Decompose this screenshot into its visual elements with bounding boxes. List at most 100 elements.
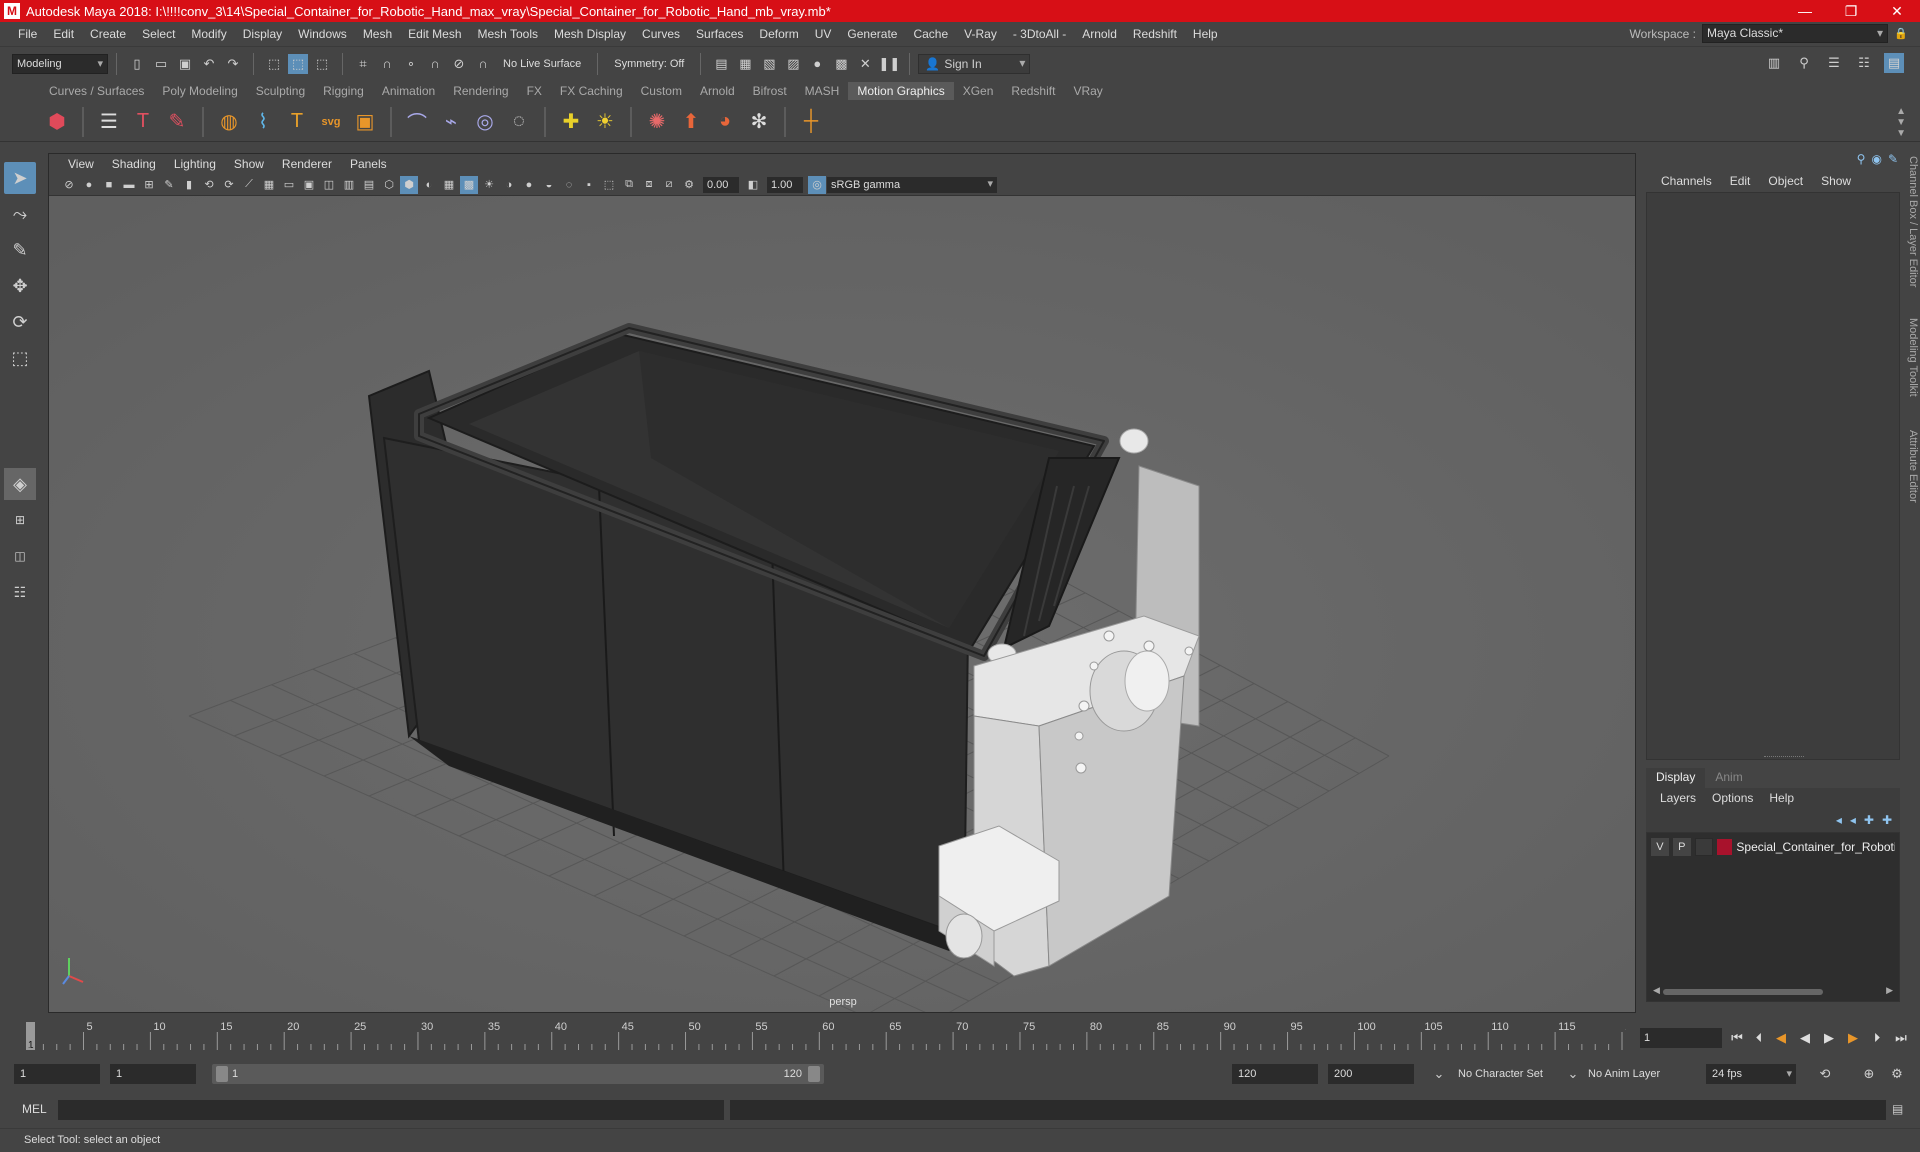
script-language-label[interactable]: MEL [22, 1102, 47, 1116]
four-view-layout-icon[interactable]: ⊞ [4, 504, 36, 536]
menu-vray[interactable]: V-Ray [956, 27, 1005, 41]
current-frame-field[interactable]: 1 [1640, 1028, 1722, 1048]
menu-deform[interactable]: Deform [751, 27, 806, 41]
layer-playback-toggle[interactable]: P [1672, 838, 1691, 856]
depth-of-field-icon[interactable]: ◌ [560, 176, 578, 194]
render-current-icon[interactable]: ▦ [735, 54, 755, 74]
xray-icon[interactable]: ⬚ [600, 176, 618, 194]
save-scene-icon[interactable]: ▣ [175, 54, 195, 74]
new-layer-icon[interactable]: ✚ [1864, 813, 1874, 827]
menu-set-dropdown[interactable]: Modeling [12, 53, 108, 74]
range-start-handle[interactable] [216, 1066, 228, 1082]
shelf-tab-arnold[interactable]: Arnold [691, 82, 744, 100]
minimize-button[interactable]: — [1782, 0, 1828, 22]
select-by-object-icon[interactable]: ⬚ [288, 53, 308, 74]
layer-horizontal-scrollbar[interactable]: ◀ ▶ [1653, 985, 1893, 997]
view-transform-dropdown[interactable]: sRGB gamma [827, 176, 997, 193]
safe-title-icon[interactable]: ▣ [300, 176, 318, 194]
pause-icon[interactable]: ❚❚ [878, 54, 900, 74]
persp-outliner-layout-icon[interactable]: ◫ [4, 540, 36, 572]
tool-settings-icon[interactable]: ✎ [1888, 152, 1898, 166]
menu-mesh-tools[interactable]: Mesh Tools [470, 27, 546, 41]
character-set-dropdown[interactable]: No Character Set [1458, 1064, 1543, 1084]
panel-splitter[interactable] [1764, 756, 1804, 759]
sweep-icon[interactable]: ⌁ [437, 108, 465, 136]
menu-select[interactable]: Select [134, 27, 183, 41]
fps-dropdown[interactable]: 24 fps [1706, 1064, 1796, 1084]
type-text-icon[interactable]: T [129, 108, 157, 136]
menu-file[interactable]: File [10, 27, 45, 41]
layer-menu-help[interactable]: Help [1761, 791, 1802, 805]
snap-point-icon[interactable]: ∘ [401, 54, 421, 74]
field-chart-icon[interactable]: ⟋ [240, 176, 258, 194]
menu-cache[interactable]: Cache [905, 27, 956, 41]
select-by-hierarchy-icon[interactable]: ⬚ [264, 54, 284, 74]
layer-name[interactable]: Special_Container_for_Robotic_Hand [1736, 840, 1895, 854]
list-icon[interactable]: ☰ [95, 108, 123, 136]
gamma-icon[interactable]: ◧ [744, 176, 762, 194]
shelf-tab-bifrost[interactable]: Bifrost [744, 82, 796, 100]
menu-surfaces[interactable]: Surfaces [688, 27, 751, 41]
vray-render-icon[interactable]: ▩ [831, 54, 851, 74]
channel-box-toggle-icon[interactable]: ⚲ [1857, 152, 1866, 166]
xray-components-icon[interactable]: ⧈ [640, 176, 658, 194]
locator-icon[interactable]: ✚ [557, 108, 585, 136]
ipr-render-icon[interactable]: ▧ [759, 54, 779, 74]
box-icon[interactable]: ▣ [351, 108, 379, 136]
attribute-editor-toggle-icon[interactable]: ☰ [1824, 53, 1844, 73]
step-forward-key-icon[interactable]: ⏵ [1866, 1028, 1888, 1048]
viewport-menu-lighting[interactable]: Lighting [165, 157, 225, 171]
bookmark-icon[interactable]: ■ [100, 176, 118, 194]
menu-mesh[interactable]: Mesh [355, 27, 400, 41]
move-tool-icon[interactable]: ✥ [4, 270, 36, 302]
step-forward-frame-icon[interactable]: ▶ [1842, 1028, 1864, 1048]
play-backwards-icon[interactable]: ◀ [1794, 1028, 1816, 1048]
ambient-occlusion-icon[interactable]: ◑ [500, 176, 518, 194]
default-material-icon[interactable]: ⬡ [380, 176, 398, 194]
open-scene-icon[interactable]: ▭ [151, 54, 171, 74]
side-tab-attribute-editor[interactable]: Attribute Editor [1907, 430, 1919, 503]
shelf-scroll-arrows-icon[interactable]: ▲ ▼ ▼ [1896, 106, 1906, 139]
film-gate-icon[interactable]: ▮ [180, 176, 198, 194]
viewport-scene[interactable]: persp [49, 196, 1635, 1012]
anim-layer-dropdown[interactable]: No Anim Layer [1588, 1064, 1660, 1084]
move-layer-up-icon[interactable]: ◂ [1836, 813, 1842, 827]
menu-redshift[interactable]: Redshift [1125, 27, 1185, 41]
scale-tool-icon[interactable]: ⬚ [4, 342, 36, 374]
vray-ipr-icon[interactable]: ✕ [855, 54, 875, 74]
viewport-menu-view[interactable]: View [59, 157, 103, 171]
type-icon[interactable]: T [283, 108, 311, 136]
go-to-start-icon[interactable]: ⏮ [1726, 1028, 1748, 1048]
new-layer-from-selected-icon[interactable]: ✚ [1882, 813, 1892, 827]
exposure-icon[interactable]: ⚙ [680, 176, 698, 194]
scroll-left-icon[interactable]: ◀ [1653, 985, 1660, 996]
snap-live-icon[interactable]: ∩ [473, 54, 493, 74]
step-back-key-icon[interactable]: ⏴ [1748, 1028, 1770, 1048]
play-forwards-icon[interactable]: ▶ [1818, 1028, 1840, 1048]
render-settings-icon[interactable]: ▨ [783, 54, 803, 74]
attribute-editor-icon[interactable]: ◉ [1871, 152, 1881, 166]
2d-pan-zoom-icon[interactable]: ⊞ [140, 176, 158, 194]
layer-display-type-toggle[interactable] [1694, 838, 1713, 856]
tool-settings-toggle-icon[interactable]: ☷ [1854, 53, 1874, 73]
layer-row[interactable]: V P Special_Container_for_Robotic_Hand [1651, 837, 1895, 857]
menu-arnold[interactable]: Arnold [1074, 27, 1125, 41]
outliner-icon[interactable]: ☷ [4, 576, 36, 608]
symmetry-dropdown[interactable]: Symmetry: Off [606, 58, 692, 70]
range-end-handle[interactable] [808, 1066, 820, 1082]
add-shelf-item-icon[interactable]: ┼ [797, 108, 825, 136]
resolution-gate-icon[interactable]: ⟲ [200, 176, 218, 194]
color-management-icon[interactable]: ◎ [808, 175, 826, 194]
live-surface-label[interactable]: No Live Surface [495, 58, 589, 70]
step-back-frame-icon[interactable]: ◀ [1770, 1028, 1792, 1048]
wireframe-on-shaded-icon[interactable]: ▤ [360, 176, 378, 194]
lasso-tool-icon[interactable]: ⤳ [4, 198, 36, 230]
menu-help[interactable]: Help [1185, 27, 1226, 41]
shelf-tab-mash[interactable]: MASH [796, 82, 849, 100]
snap-view-plane-icon[interactable]: ∩ [425, 54, 445, 74]
hypershade-icon[interactable]: ● [807, 54, 827, 74]
wireframe-icon[interactable]: ◫ [320, 176, 338, 194]
script-editor-icon[interactable]: ▤ [1892, 1102, 1908, 1118]
character-controls-toggle-icon[interactable]: ⚲ [1794, 53, 1814, 73]
curve-icon[interactable]: ⌇ [249, 108, 277, 136]
